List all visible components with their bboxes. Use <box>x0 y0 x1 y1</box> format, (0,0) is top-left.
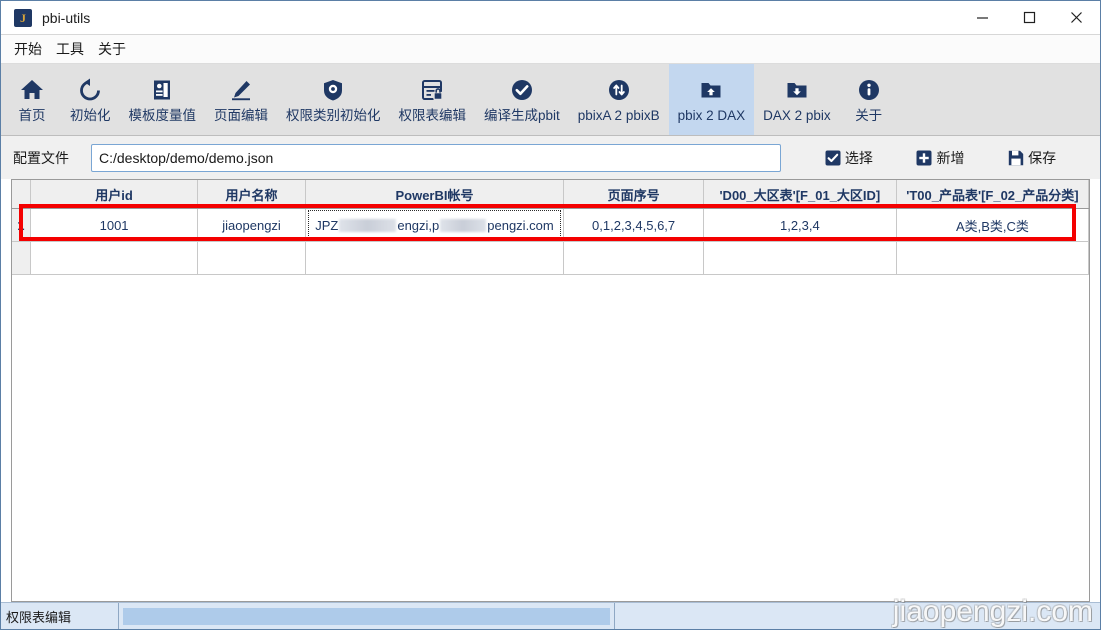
swap-icon <box>606 76 632 104</box>
cell-user-id[interactable]: 1001 <box>30 208 199 242</box>
toolbar-label: pbix 2 DAX <box>677 107 746 123</box>
row-index: 1 <box>12 208 31 242</box>
window-title: pbi-utils <box>42 9 91 26</box>
redacted-segment-1 <box>339 218 397 232</box>
config-file-label: 配置文件 <box>13 149 69 166</box>
cell-empty <box>563 241 704 275</box>
table-lock-icon <box>419 76 445 104</box>
add-button[interactable]: 新增 <box>916 148 964 168</box>
table-row[interactable]: 1 1001 jiaopengzi JPZ engzi,p pengzi.com 0… <box>12 208 1089 242</box>
status-label: 权限表编辑 <box>1 603 119 629</box>
column-header-page-order[interactable]: 页面序号 <box>563 180 704 209</box>
cell-user-name[interactable]: jiaopengzi <box>197 208 306 242</box>
select-button[interactable]: 选择 <box>825 148 873 168</box>
menu-item-about[interactable]: 关于 <box>91 36 133 62</box>
toolbar-label: 编译生成pbit <box>484 107 560 123</box>
plus-box-icon <box>916 150 932 166</box>
cell-empty <box>896 241 1089 275</box>
toolbar-label: pbixA 2 pbixB <box>577 107 660 123</box>
toolbar-label: DAX 2 pbix <box>763 107 831 123</box>
menu-item-start[interactable]: 开始 <box>7 36 49 62</box>
account-suffix: pengzi.com <box>487 217 554 233</box>
cell-empty <box>197 241 306 275</box>
toolbar-item-pbixa-2-pbixb[interactable]: pbixA 2 pbixB <box>569 64 669 135</box>
data-grid: 用户id 用户名称 PowerBI帐号 页面序号 'D00_大区表'[F_01_… <box>12 180 1089 275</box>
select-button-label: 选择 <box>844 149 873 166</box>
cell-product-category[interactable]: A类,B类,C类 <box>896 208 1089 242</box>
toolbar-label: 权限表编辑 <box>398 107 467 123</box>
powerbi-account-value: JPZ engzi,p pengzi.com <box>315 218 554 233</box>
minimize-icon[interactable] <box>959 1 1006 34</box>
config-actions: 选择 新增 保存 <box>781 148 1088 168</box>
window-controls <box>959 1 1100 34</box>
cell-empty <box>703 241 897 275</box>
cell-page-order[interactable]: 0,1,2,3,4,5,6,7 <box>563 208 704 242</box>
progress-bar <box>123 607 610 625</box>
save-icon <box>1008 150 1024 166</box>
redacted-segment-2 <box>440 218 487 232</box>
toolbar-item-home[interactable]: 首页 <box>3 64 61 135</box>
template-measure-icon <box>149 76 175 104</box>
table-row-empty <box>12 241 1089 275</box>
config-file-row: 配置文件 选择 <box>1 136 1100 179</box>
toolbar-label: 关于 <box>855 107 883 123</box>
column-header-region-id[interactable]: 'D00_大区表'[F_01_大区ID] <box>703 180 897 209</box>
toolbar-item-permission-category-init[interactable]: 权限类别初始化 <box>277 64 390 135</box>
toolbar-label: 首页 <box>18 107 46 123</box>
folder-down-icon <box>784 76 810 104</box>
maximize-icon[interactable] <box>1006 1 1053 34</box>
column-header-user-name[interactable]: 用户名称 <box>197 180 306 209</box>
cell-empty <box>30 241 199 275</box>
toolbar-item-page-edit[interactable]: 页面编辑 <box>205 64 277 135</box>
cell-empty <box>305 241 565 275</box>
folder-up-icon <box>698 76 724 104</box>
config-file-path-input[interactable] <box>91 143 781 172</box>
column-header-user-id[interactable]: 用户id <box>30 180 199 209</box>
check-circle-icon <box>509 76 535 104</box>
row-header-corner <box>12 180 31 209</box>
pencil-icon <box>228 76 254 104</box>
column-header-powerbi-account[interactable]: PowerBI帐号 <box>305 180 565 209</box>
close-icon[interactable] <box>1053 1 1100 34</box>
info-icon <box>856 76 882 104</box>
save-button-label: 保存 <box>1028 149 1057 166</box>
toolbar-label: 初始化 <box>70 107 111 123</box>
check-box-icon <box>825 150 841 166</box>
title-bar: J pbi-utils <box>1 1 1100 35</box>
toolbar-item-compile-pbit[interactable]: 编译生成pbit <box>475 64 569 135</box>
toolbar-item-pbix-2-dax[interactable]: pbix 2 DAX <box>668 64 755 135</box>
toolbar-label: 权限类别初始化 <box>286 107 381 123</box>
add-button-label: 新增 <box>936 149 965 166</box>
toolbar-item-permission-table-edit[interactable]: 权限表编辑 <box>390 64 476 135</box>
shield-icon <box>320 76 346 104</box>
permission-table[interactable]: 用户id 用户名称 PowerBI帐号 页面序号 'D00_大区表'[F_01_… <box>11 179 1090 602</box>
status-divider <box>614 603 615 629</box>
home-icon <box>19 76 45 104</box>
status-bar: 权限表编辑 <box>1 602 1100 629</box>
toolbar-item-template-measure[interactable]: 模板度量值 <box>120 64 206 135</box>
cell-powerbi-account[interactable]: JPZ engzi,p pengzi.com <box>305 208 565 242</box>
toolbar-item-about[interactable]: 关于 <box>840 64 898 135</box>
account-prefix: JPZ <box>315 217 339 233</box>
toolbar-label: 页面编辑 <box>214 107 268 123</box>
toolbar-item-dax-2-pbix[interactable]: DAX 2 pbix <box>754 64 840 135</box>
table-header-row: 用户id 用户名称 PowerBI帐号 页面序号 'D00_大区表'[F_01_… <box>12 180 1089 209</box>
account-mid: engzi,p <box>397 217 440 233</box>
toolbar-item-init[interactable]: 初始化 <box>61 64 120 135</box>
column-header-product-category[interactable]: 'T00_产品表'[F_02_产品分类] <box>896 180 1089 209</box>
refresh-icon <box>77 76 103 104</box>
app-icon: J <box>14 8 32 27</box>
save-button[interactable]: 保存 <box>1008 148 1056 168</box>
toolbar: 首页 初始化 模板度量值 页面编辑 权限类别初始化 权限表编辑 编译生成pbit… <box>1 64 1100 136</box>
row-index-empty <box>12 241 31 275</box>
cell-region-id[interactable]: 1,2,3,4 <box>703 208 897 242</box>
toolbar-label: 模板度量值 <box>128 107 197 123</box>
application-window: J pbi-utils 开始 工具 关于 首页 初始化 模板度量值 页面编辑 权… <box>0 0 1101 630</box>
menu-item-tools[interactable]: 工具 <box>49 36 91 62</box>
menu-bar: 开始 工具 关于 <box>1 35 1100 64</box>
